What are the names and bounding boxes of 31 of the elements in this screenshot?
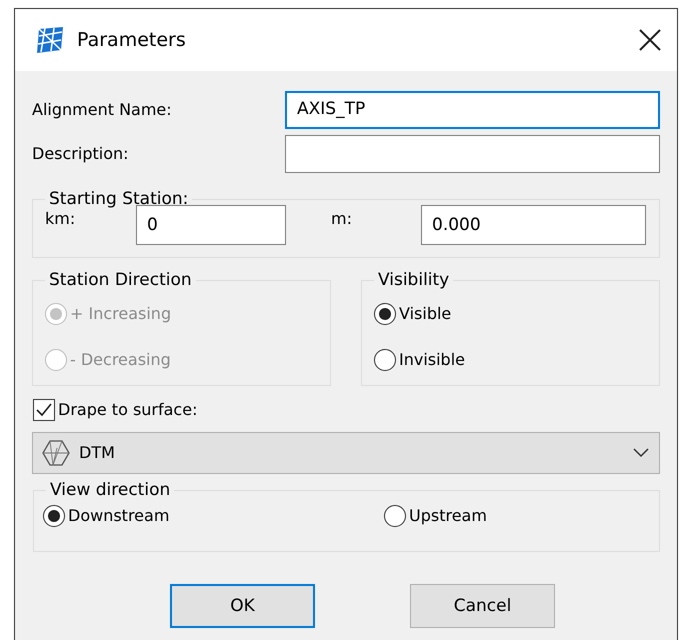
radio-button[interactable]: [374, 302, 396, 325]
radio-button[interactable]: [374, 348, 396, 371]
app-icon: [35, 26, 65, 54]
text-field[interactable]: 0: [136, 205, 286, 246]
surface-icon: [41, 439, 71, 468]
dialog-button[interactable]: Cancel: [410, 584, 555, 628]
field-label: km:: [45, 208, 76, 230]
text-field[interactable]: 0.000: [421, 205, 646, 246]
window-title: Parameters: [77, 28, 187, 53]
field-label: Description:: [32, 143, 130, 165]
field-label: Alignment Name:: [32, 99, 173, 121]
field-label: m:: [331, 208, 353, 230]
radio-label[interactable]: Invisible: [399, 348, 465, 372]
radio-label[interactable]: Downstream: [68, 504, 170, 528]
group-title: Visibility: [377, 270, 450, 291]
dialog-button[interactable]: OK: [170, 584, 315, 628]
chevron-down-icon: [633, 448, 649, 458]
radio-label[interactable]: Upstream: [409, 504, 487, 528]
group-title: Station Direction: [48, 270, 193, 291]
group-title: View direction: [49, 480, 172, 501]
text-field[interactable]: AXIS_TP: [285, 91, 660, 129]
radio-label[interactable]: Visible: [399, 302, 452, 326]
text-field[interactable]: [285, 135, 660, 173]
checkbox[interactable]: [33, 399, 55, 422]
radio-label: + Increasing: [70, 302, 172, 325]
radio-label: - Decreasing: [70, 348, 171, 371]
radio-button[interactable]: [384, 504, 406, 527]
surface-dropdown[interactable]: DTM: [32, 432, 660, 474]
radio-button[interactable]: [43, 504, 65, 527]
checkbox-label[interactable]: Drape to surface:: [58, 398, 198, 422]
close-icon[interactable]: [639, 29, 661, 51]
